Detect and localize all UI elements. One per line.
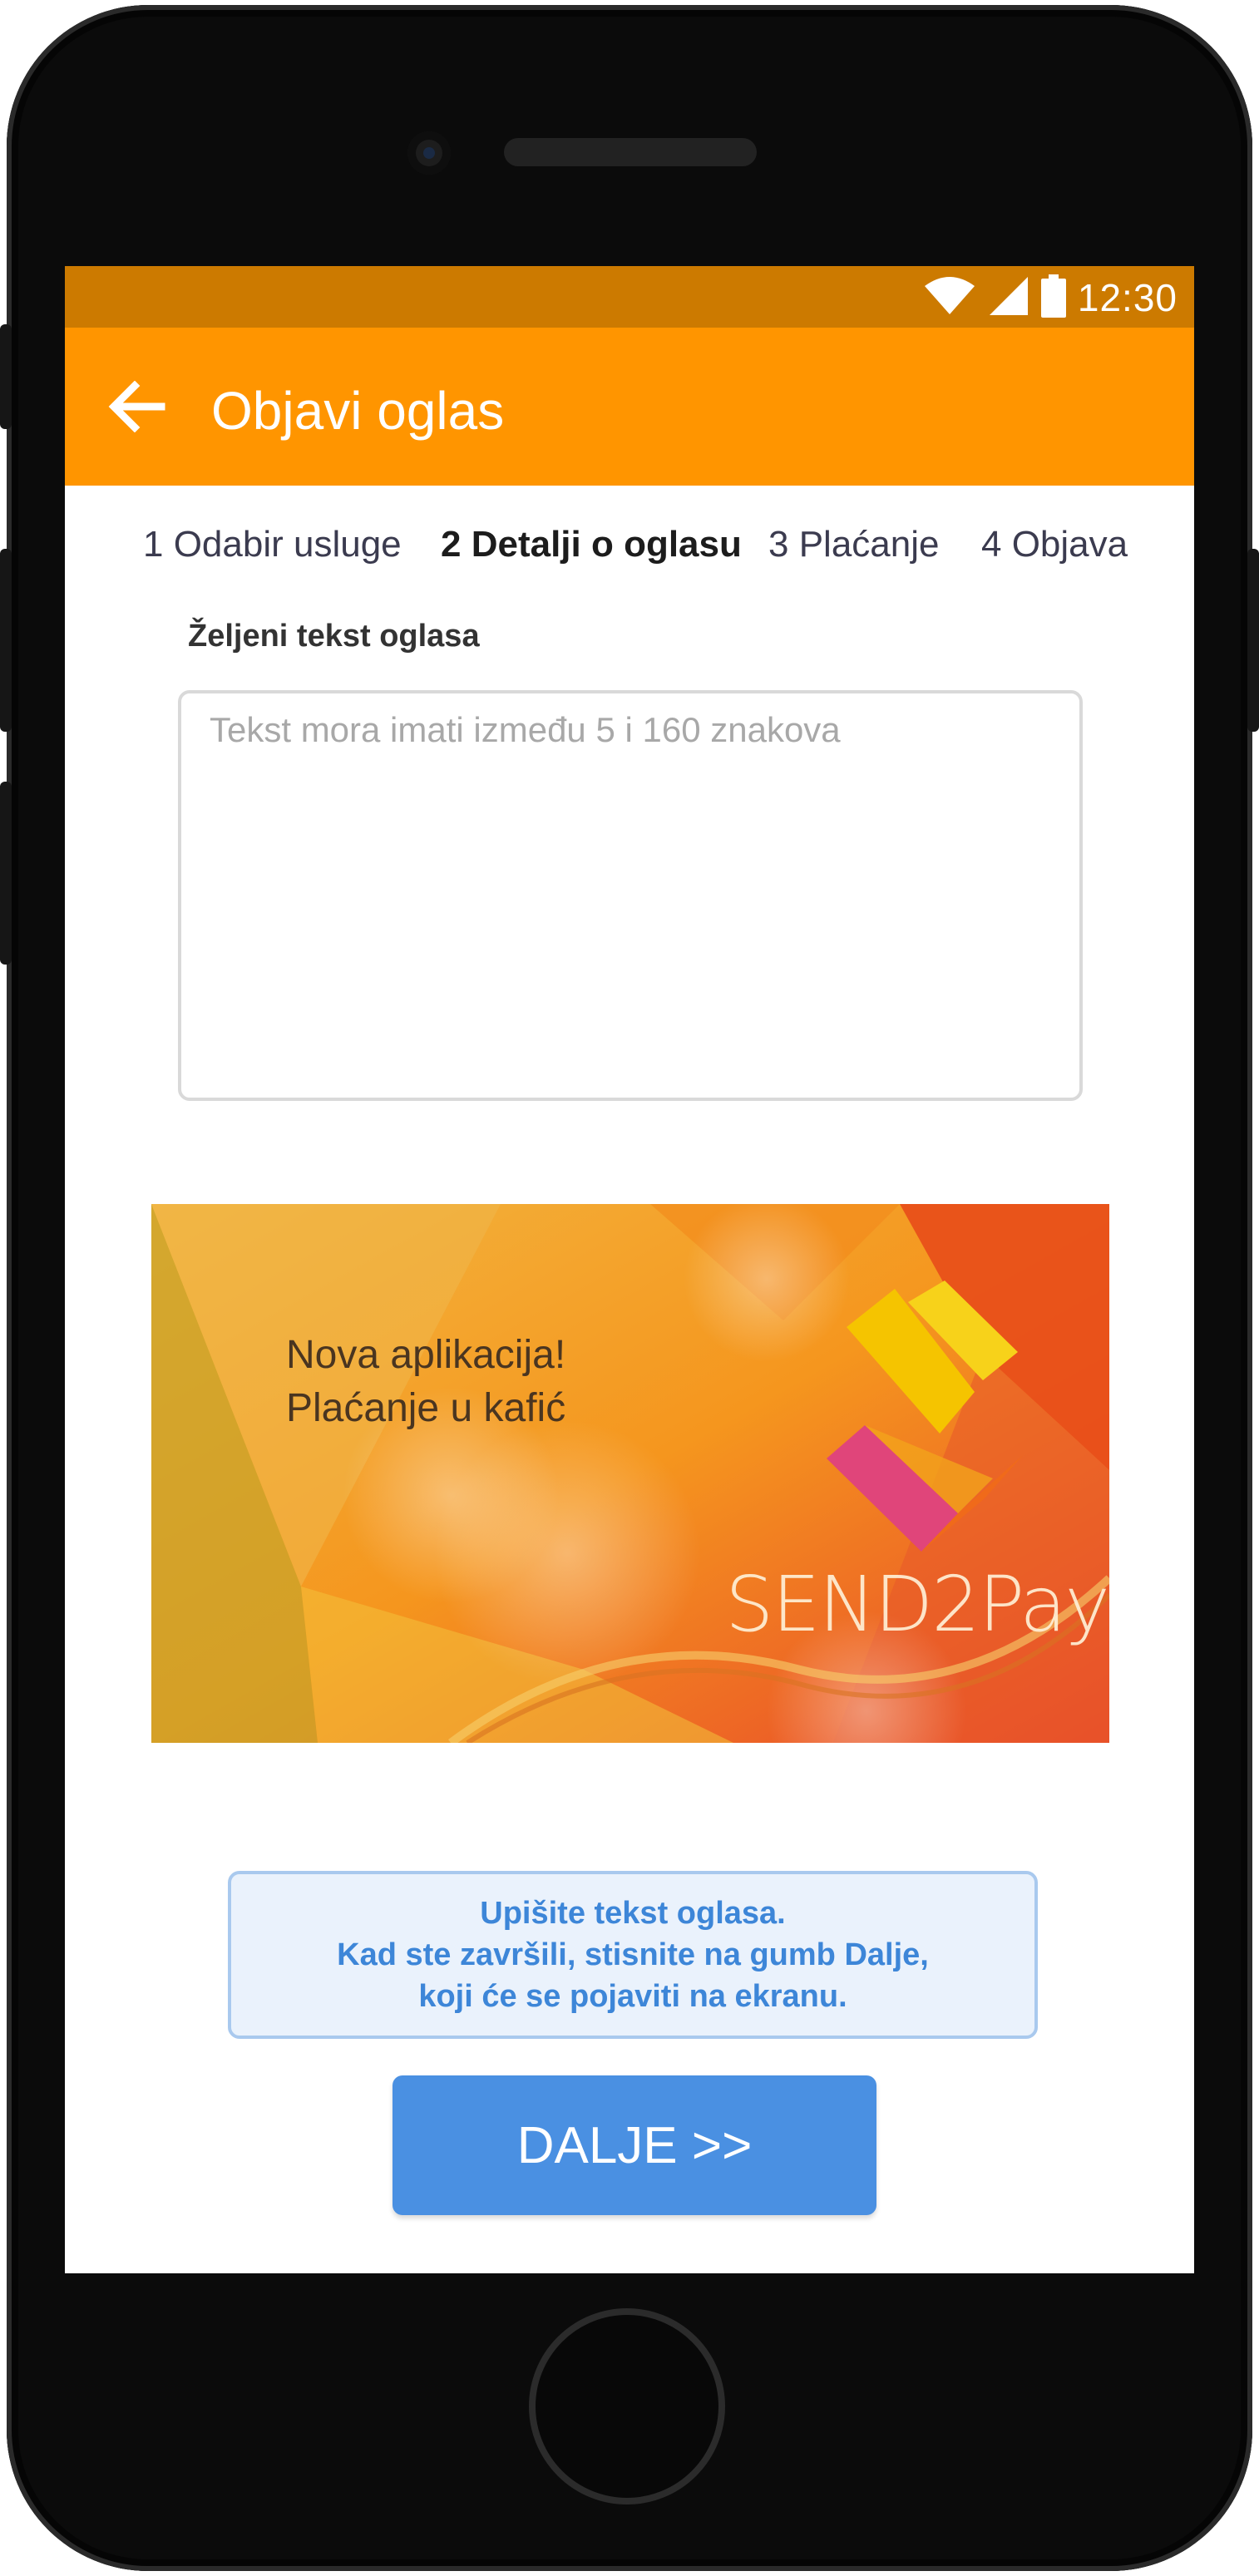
banner-headline: Nova aplikacija! Plaćanje u kafić <box>286 1329 565 1435</box>
stepper: 1 Odabir usluge 2 Detalji o oglasu 3 Pla… <box>65 516 1194 574</box>
back-button[interactable] <box>100 371 175 446</box>
instruction-box: Upišite tekst oglasa. Kad ste završili, … <box>228 1871 1038 2039</box>
ad-text-label: Željeni tekst oglasa <box>188 619 480 654</box>
step-payment: 3 Plaćanje <box>768 524 940 565</box>
instruction-line-1: Upišite tekst oglasa. <box>480 1896 786 1931</box>
wifi-icon <box>923 276 976 320</box>
step-publish: 4 Objava <box>981 524 1128 565</box>
app-bar: Objavi oglas <box>65 328 1194 486</box>
status-time: 12:30 <box>1077 276 1178 319</box>
front-camera <box>407 131 451 175</box>
step-select-service: 1 Odabir usluge <box>143 524 402 565</box>
volume-down-button <box>0 782 12 965</box>
status-bar: 12:30 <box>65 266 1194 328</box>
home-button[interactable] <box>529 2308 725 2504</box>
earpiece-speaker <box>504 138 757 166</box>
page-title: Objavi oglas <box>211 381 505 441</box>
volume-up-button <box>0 549 12 732</box>
next-button[interactable]: DALJE >> <box>393 2075 876 2215</box>
promo-banner[interactable]: Nova aplikacija! Plaćanje u kafić SEND2P… <box>151 1204 1109 1743</box>
status-icons: 12:30 <box>923 273 1178 323</box>
screen: 12:30 Objavi oglas 1 Odabir usluge 2 Det… <box>65 266 1194 2273</box>
signal-icon <box>988 275 1029 321</box>
banner-line-1: Nova aplikacija! <box>286 1333 566 1377</box>
banner-background <box>151 1204 1109 1743</box>
volume-silent-switch <box>0 324 12 429</box>
banner-brand: SEND2Pay <box>725 1560 1109 1649</box>
battery-icon <box>1040 274 1066 322</box>
ad-text-input[interactable] <box>178 690 1083 1101</box>
arrow-left-icon <box>108 380 166 437</box>
step-ad-details: 2 Detalji o oglasu <box>441 524 742 565</box>
instruction-line-3: koji će se pojaviti na ekranu. <box>418 1979 847 2014</box>
banner-line-2: Plaćanje u kafić <box>286 1386 566 1430</box>
instruction-line-2: Kad ste završili, stisnite na gumb Dalje… <box>337 1937 929 1972</box>
power-button <box>1247 549 1259 732</box>
